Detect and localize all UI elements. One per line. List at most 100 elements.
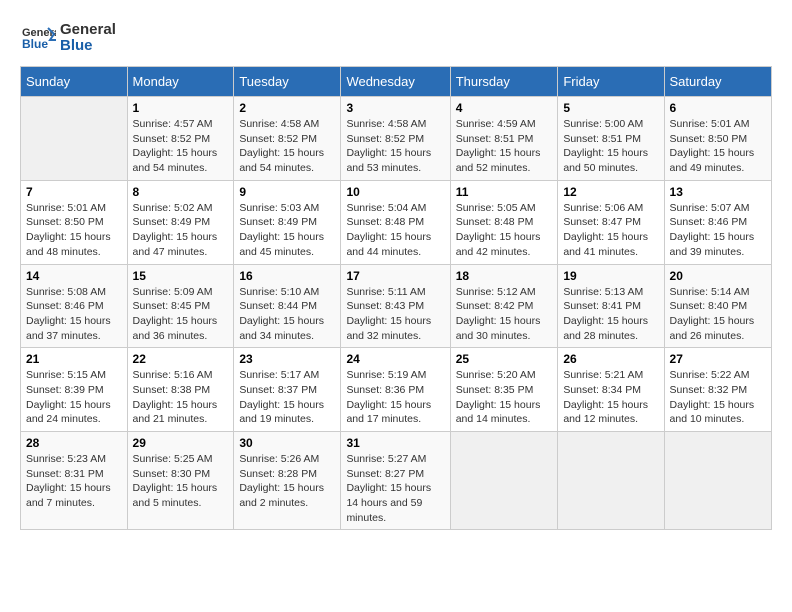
day-cell bbox=[664, 432, 771, 530]
day-cell bbox=[21, 97, 128, 181]
day-number: 16 bbox=[239, 269, 335, 283]
day-cell: 24 Sunrise: 5:19 AM Sunset: 8:36 PM Dayl… bbox=[341, 348, 450, 432]
day-number: 27 bbox=[670, 352, 766, 366]
svg-text:Blue: Blue bbox=[22, 37, 48, 51]
day-cell: 18 Sunrise: 5:12 AM Sunset: 8:42 PM Dayl… bbox=[450, 264, 558, 348]
day-number: 20 bbox=[670, 269, 766, 283]
day-info: Sunrise: 5:01 AM Sunset: 8:50 PM Dayligh… bbox=[670, 117, 766, 176]
day-cell bbox=[450, 432, 558, 530]
day-cell: 11 Sunrise: 5:05 AM Sunset: 8:48 PM Dayl… bbox=[450, 180, 558, 264]
col-header-friday: Friday bbox=[558, 67, 664, 97]
day-cell: 21 Sunrise: 5:15 AM Sunset: 8:39 PM Dayl… bbox=[21, 348, 128, 432]
day-number: 10 bbox=[346, 185, 444, 199]
day-info: Sunrise: 5:07 AM Sunset: 8:46 PM Dayligh… bbox=[670, 201, 766, 260]
col-header-sunday: Sunday bbox=[21, 67, 128, 97]
col-header-thursday: Thursday bbox=[450, 67, 558, 97]
day-number: 31 bbox=[346, 436, 444, 450]
day-cell: 2 Sunrise: 4:58 AM Sunset: 8:52 PM Dayli… bbox=[234, 97, 341, 181]
day-number: 5 bbox=[563, 101, 658, 115]
day-info: Sunrise: 4:58 AM Sunset: 8:52 PM Dayligh… bbox=[346, 117, 444, 176]
day-cell: 22 Sunrise: 5:16 AM Sunset: 8:38 PM Dayl… bbox=[127, 348, 234, 432]
day-cell: 26 Sunrise: 5:21 AM Sunset: 8:34 PM Dayl… bbox=[558, 348, 664, 432]
day-number: 12 bbox=[563, 185, 658, 199]
day-cell: 29 Sunrise: 5:25 AM Sunset: 8:30 PM Dayl… bbox=[127, 432, 234, 530]
day-cell: 25 Sunrise: 5:20 AM Sunset: 8:35 PM Dayl… bbox=[450, 348, 558, 432]
week-row-4: 21 Sunrise: 5:15 AM Sunset: 8:39 PM Dayl… bbox=[21, 348, 772, 432]
day-number: 14 bbox=[26, 269, 122, 283]
day-info: Sunrise: 5:15 AM Sunset: 8:39 PM Dayligh… bbox=[26, 368, 122, 427]
day-cell: 17 Sunrise: 5:11 AM Sunset: 8:43 PM Dayl… bbox=[341, 264, 450, 348]
day-info: Sunrise: 4:59 AM Sunset: 8:51 PM Dayligh… bbox=[456, 117, 553, 176]
page-header: General Blue General Blue bbox=[20, 20, 772, 56]
day-cell: 27 Sunrise: 5:22 AM Sunset: 8:32 PM Dayl… bbox=[664, 348, 771, 432]
day-number: 11 bbox=[456, 185, 553, 199]
week-row-2: 7 Sunrise: 5:01 AM Sunset: 8:50 PM Dayli… bbox=[21, 180, 772, 264]
day-info: Sunrise: 5:21 AM Sunset: 8:34 PM Dayligh… bbox=[563, 368, 658, 427]
day-info: Sunrise: 5:00 AM Sunset: 8:51 PM Dayligh… bbox=[563, 117, 658, 176]
day-cell: 19 Sunrise: 5:13 AM Sunset: 8:41 PM Dayl… bbox=[558, 264, 664, 348]
day-info: Sunrise: 4:57 AM Sunset: 8:52 PM Dayligh… bbox=[133, 117, 229, 176]
day-info: Sunrise: 5:08 AM Sunset: 8:46 PM Dayligh… bbox=[26, 285, 122, 344]
week-row-5: 28 Sunrise: 5:23 AM Sunset: 8:31 PM Dayl… bbox=[21, 432, 772, 530]
day-cell: 20 Sunrise: 5:14 AM Sunset: 8:40 PM Dayl… bbox=[664, 264, 771, 348]
day-info: Sunrise: 5:14 AM Sunset: 8:40 PM Dayligh… bbox=[670, 285, 766, 344]
day-cell bbox=[558, 432, 664, 530]
day-number: 7 bbox=[26, 185, 122, 199]
day-cell: 15 Sunrise: 5:09 AM Sunset: 8:45 PM Dayl… bbox=[127, 264, 234, 348]
day-number: 2 bbox=[239, 101, 335, 115]
day-cell: 5 Sunrise: 5:00 AM Sunset: 8:51 PM Dayli… bbox=[558, 97, 664, 181]
week-row-1: 1 Sunrise: 4:57 AM Sunset: 8:52 PM Dayli… bbox=[21, 97, 772, 181]
day-number: 21 bbox=[26, 352, 122, 366]
day-number: 28 bbox=[26, 436, 122, 450]
day-cell: 31 Sunrise: 5:27 AM Sunset: 8:27 PM Dayl… bbox=[341, 432, 450, 530]
day-cell: 14 Sunrise: 5:08 AM Sunset: 8:46 PM Dayl… bbox=[21, 264, 128, 348]
day-info: Sunrise: 5:01 AM Sunset: 8:50 PM Dayligh… bbox=[26, 201, 122, 260]
day-cell: 9 Sunrise: 5:03 AM Sunset: 8:49 PM Dayli… bbox=[234, 180, 341, 264]
day-info: Sunrise: 5:05 AM Sunset: 8:48 PM Dayligh… bbox=[456, 201, 553, 260]
day-cell: 16 Sunrise: 5:10 AM Sunset: 8:44 PM Dayl… bbox=[234, 264, 341, 348]
day-cell: 13 Sunrise: 5:07 AM Sunset: 8:46 PM Dayl… bbox=[664, 180, 771, 264]
day-number: 18 bbox=[456, 269, 553, 283]
day-number: 15 bbox=[133, 269, 229, 283]
col-header-wednesday: Wednesday bbox=[341, 67, 450, 97]
day-number: 30 bbox=[239, 436, 335, 450]
day-info: Sunrise: 5:16 AM Sunset: 8:38 PM Dayligh… bbox=[133, 368, 229, 427]
day-number: 13 bbox=[670, 185, 766, 199]
day-info: Sunrise: 5:26 AM Sunset: 8:28 PM Dayligh… bbox=[239, 452, 335, 511]
day-number: 22 bbox=[133, 352, 229, 366]
day-info: Sunrise: 5:06 AM Sunset: 8:47 PM Dayligh… bbox=[563, 201, 658, 260]
day-info: Sunrise: 5:19 AM Sunset: 8:36 PM Dayligh… bbox=[346, 368, 444, 427]
day-cell: 4 Sunrise: 4:59 AM Sunset: 8:51 PM Dayli… bbox=[450, 97, 558, 181]
day-info: Sunrise: 5:22 AM Sunset: 8:32 PM Dayligh… bbox=[670, 368, 766, 427]
day-number: 17 bbox=[346, 269, 444, 283]
day-number: 23 bbox=[239, 352, 335, 366]
week-row-3: 14 Sunrise: 5:08 AM Sunset: 8:46 PM Dayl… bbox=[21, 264, 772, 348]
day-number: 9 bbox=[239, 185, 335, 199]
day-info: Sunrise: 5:02 AM Sunset: 8:49 PM Dayligh… bbox=[133, 201, 229, 260]
day-cell: 28 Sunrise: 5:23 AM Sunset: 8:31 PM Dayl… bbox=[21, 432, 128, 530]
day-info: Sunrise: 5:20 AM Sunset: 8:35 PM Dayligh… bbox=[456, 368, 553, 427]
day-cell: 3 Sunrise: 4:58 AM Sunset: 8:52 PM Dayli… bbox=[341, 97, 450, 181]
day-info: Sunrise: 5:27 AM Sunset: 8:27 PM Dayligh… bbox=[346, 452, 444, 525]
day-info: Sunrise: 5:13 AM Sunset: 8:41 PM Dayligh… bbox=[563, 285, 658, 344]
day-info: Sunrise: 5:09 AM Sunset: 8:45 PM Dayligh… bbox=[133, 285, 229, 344]
day-info: Sunrise: 4:58 AM Sunset: 8:52 PM Dayligh… bbox=[239, 117, 335, 176]
day-info: Sunrise: 5:10 AM Sunset: 8:44 PM Dayligh… bbox=[239, 285, 335, 344]
col-header-monday: Monday bbox=[127, 67, 234, 97]
day-cell: 1 Sunrise: 4:57 AM Sunset: 8:52 PM Dayli… bbox=[127, 97, 234, 181]
day-info: Sunrise: 5:25 AM Sunset: 8:30 PM Dayligh… bbox=[133, 452, 229, 511]
col-header-saturday: Saturday bbox=[664, 67, 771, 97]
day-cell: 30 Sunrise: 5:26 AM Sunset: 8:28 PM Dayl… bbox=[234, 432, 341, 530]
day-info: Sunrise: 5:17 AM Sunset: 8:37 PM Dayligh… bbox=[239, 368, 335, 427]
day-number: 24 bbox=[346, 352, 444, 366]
day-info: Sunrise: 5:11 AM Sunset: 8:43 PM Dayligh… bbox=[346, 285, 444, 344]
day-number: 29 bbox=[133, 436, 229, 450]
day-cell: 7 Sunrise: 5:01 AM Sunset: 8:50 PM Dayli… bbox=[21, 180, 128, 264]
day-info: Sunrise: 5:12 AM Sunset: 8:42 PM Dayligh… bbox=[456, 285, 553, 344]
logo: General Blue General Blue bbox=[20, 20, 116, 56]
day-number: 3 bbox=[346, 101, 444, 115]
day-info: Sunrise: 5:03 AM Sunset: 8:49 PM Dayligh… bbox=[239, 201, 335, 260]
day-info: Sunrise: 5:23 AM Sunset: 8:31 PM Dayligh… bbox=[26, 452, 122, 511]
col-header-tuesday: Tuesday bbox=[234, 67, 341, 97]
day-info: Sunrise: 5:04 AM Sunset: 8:48 PM Dayligh… bbox=[346, 201, 444, 260]
